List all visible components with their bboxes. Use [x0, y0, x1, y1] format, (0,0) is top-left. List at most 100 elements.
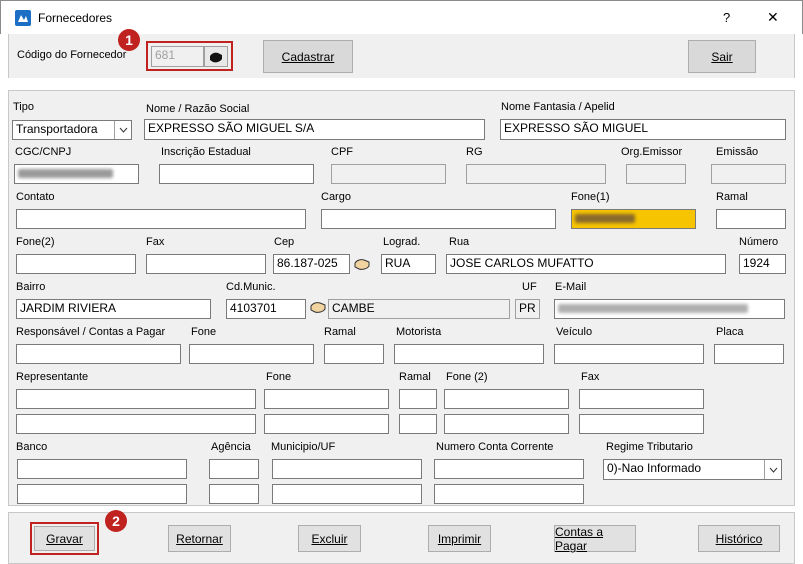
imprimir-button[interactable]: Imprimir [428, 525, 491, 552]
motorista-input[interactable] [394, 344, 544, 364]
representante-input-2[interactable] [16, 414, 256, 434]
gravar-button[interactable]: Gravar [34, 526, 95, 551]
step-badge-1: 1 [118, 29, 140, 51]
rg-label: RG [466, 146, 483, 158]
cdmunic-label: Cd.Munic. [226, 281, 276, 293]
fone2-input[interactable] [16, 254, 136, 274]
agencia-label: Agência [211, 441, 251, 453]
bairro-input[interactable]: JARDIM RIVIERA [16, 299, 211, 319]
ramal-rep-input-1[interactable] [399, 389, 437, 409]
uf-input[interactable]: PR [515, 299, 540, 319]
conta-input-2[interactable] [434, 484, 584, 504]
fone2-rep-input-2[interactable] [444, 414, 569, 434]
fax-rep-input-2[interactable] [579, 414, 704, 434]
banco-label: Banco [16, 441, 48, 453]
fantasia-input[interactable]: EXPRESSO SÃO MIGUEL [500, 119, 786, 140]
banco-input-2[interactable] [17, 484, 187, 504]
fone2-label: Fone(2) [16, 236, 55, 248]
search-hand-button[interactable] [204, 46, 228, 67]
help-button[interactable]: ? [723, 10, 730, 25]
numero-label: Número [739, 236, 779, 248]
agencia-input-1[interactable] [209, 459, 259, 479]
fone-rep-label: Fone [266, 371, 292, 383]
ramal-r-input[interactable] [324, 344, 384, 364]
retornar-button[interactable]: Retornar [168, 525, 231, 552]
municipio-input-1[interactable] [272, 459, 422, 479]
fantasia-label: Nome Fantasia / Apelid [501, 101, 615, 113]
regime-value: 0)-Nao Informado [607, 461, 702, 475]
pointing-hand-icon [210, 52, 222, 62]
rua-input[interactable]: JOSE CARLOS MUFATTO [446, 254, 726, 274]
historico-button[interactable]: Histórico [698, 525, 780, 552]
responsavel-label: Responsável / Contas a Pagar [16, 326, 166, 338]
cidade-input[interactable]: CAMBE [328, 299, 510, 319]
email-label: E-Mail [555, 281, 587, 293]
redacted-text [558, 304, 748, 313]
ramal-input[interactable] [716, 209, 786, 229]
banco-input-1[interactable] [17, 459, 187, 479]
cdmunic-search-icon[interactable] [309, 298, 327, 316]
motorista-label: Motorista [396, 326, 442, 338]
title-bar: Fornecedores ? ✕ [0, 0, 803, 34]
fax-rep-label: Fax [581, 371, 600, 383]
fone-r-input[interactable] [189, 344, 314, 364]
cdmunic-input[interactable]: 4103701 [226, 299, 306, 319]
conta-input-1[interactable] [434, 459, 584, 479]
contas-pagar-button[interactable]: Contas a Pagar [554, 525, 636, 553]
cadastrar-button[interactable]: Cadastrar [263, 40, 353, 73]
codigo-input[interactable]: 681 [151, 46, 204, 67]
rg-input[interactable] [466, 164, 606, 184]
emissao-input[interactable] [711, 164, 786, 184]
sair-button[interactable]: Sair [688, 40, 756, 73]
regime-label: Regime Tributario [606, 441, 693, 453]
cargo-label: Cargo [321, 191, 351, 203]
fone-r-label: Fone [191, 326, 217, 338]
fone1-input[interactable] [571, 209, 696, 229]
ramal-rep-input-2[interactable] [399, 414, 437, 434]
nome-input[interactable]: EXPRESSO SÃO MIGUEL S/A [144, 119, 485, 140]
regime-select[interactable]: 0)-Nao Informado [603, 459, 782, 480]
ramal-rep-label: Ramal [399, 371, 431, 383]
fone-rep-input-2[interactable] [264, 414, 389, 434]
ie-label: Inscrição Estadual [161, 146, 251, 158]
numero-input[interactable]: 1924 [739, 254, 786, 274]
ie-input[interactable] [159, 164, 314, 184]
close-button[interactable]: ✕ [767, 9, 779, 26]
placa-label: Placa [716, 326, 744, 338]
veiculo-label: Veículo [556, 326, 593, 338]
fax-rep-input-1[interactable] [579, 389, 704, 409]
veiculo-input[interactable] [554, 344, 704, 364]
fax-label: Fax [146, 236, 165, 248]
representante-input-1[interactable] [16, 389, 256, 409]
contato-input[interactable] [16, 209, 306, 229]
responsavel-input[interactable] [16, 344, 181, 364]
conta-label: Numero Conta Corrente [436, 441, 554, 453]
window-title: Fornecedores [38, 11, 113, 25]
cargo-input[interactable] [321, 209, 556, 229]
rua-label: Rua [449, 236, 470, 248]
email-input[interactable] [554, 299, 785, 319]
agencia-input-2[interactable] [209, 484, 259, 504]
fone-rep-input-1[interactable] [264, 389, 389, 409]
orgemissor-label: Org.Emissor [621, 146, 683, 158]
fax-input[interactable] [146, 254, 266, 274]
ramal-label: Ramal [716, 191, 748, 203]
cep-search-icon[interactable] [353, 255, 371, 273]
tipo-select[interactable]: Transportadora [12, 120, 132, 140]
representante-label: Representante [16, 371, 89, 383]
placa-input[interactable] [714, 344, 784, 364]
excluir-button[interactable]: Excluir [298, 525, 361, 552]
orgemissor-input[interactable] [626, 164, 686, 184]
chevron-down-icon[interactable] [764, 460, 781, 479]
cpf-input[interactable] [331, 164, 446, 184]
municipio-input-2[interactable] [272, 484, 422, 504]
fone2-rep-input-1[interactable] [444, 389, 569, 409]
bairro-label: Bairro [16, 281, 46, 293]
cgc-input[interactable] [14, 164, 139, 184]
cgc-label: CGC/CNPJ [15, 146, 72, 158]
chevron-down-icon[interactable] [114, 121, 131, 139]
lograd-input[interactable]: RUA [381, 254, 436, 274]
redacted-text [18, 169, 113, 178]
cep-input[interactable]: 86.187-025 [273, 254, 350, 274]
fone1-label: Fone(1) [571, 191, 610, 203]
